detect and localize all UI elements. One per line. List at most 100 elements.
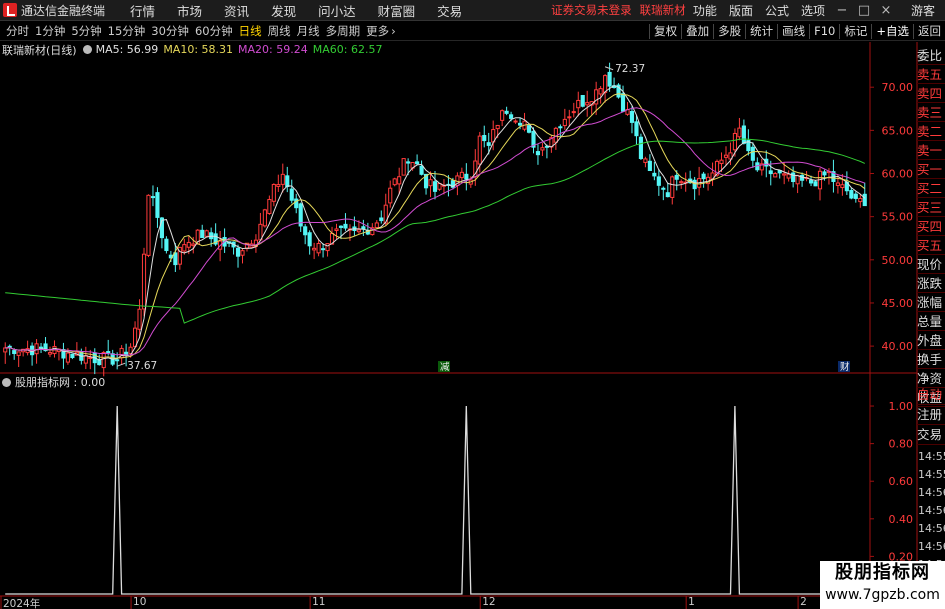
period-monthly[interactable]: 月线 [297, 23, 320, 39]
candle-body [486, 142, 491, 146]
period-30min[interactable]: 30分钟 [151, 23, 189, 39]
candle-body [137, 308, 142, 330]
candle-body [723, 154, 729, 158]
menu-function[interactable]: 功能 [693, 2, 717, 19]
sub-indicator-label[interactable]: 股朋指标网 : 0.00 [15, 374, 105, 390]
candle-body [634, 121, 639, 137]
main-indicator-header: 联瑞新材(日线) MA5: 56.99 MA10: 58.31 MA20: 59… [2, 42, 387, 57]
candle-body [701, 173, 706, 180]
tick-time: 14:55 [918, 468, 945, 481]
date-label: 1 [688, 596, 695, 608]
side-item-13: 涨幅 [917, 293, 945, 312]
menu-ask[interactable]: 问小达 [318, 1, 356, 20]
btn-draw[interactable]: 画线 [777, 24, 809, 39]
candle-body [795, 174, 800, 185]
candle-body [665, 192, 670, 198]
candle-body [155, 192, 160, 218]
period-5min[interactable]: 5分钟 [71, 23, 101, 39]
menu-quotes[interactable]: 行情 [130, 1, 155, 20]
btn-multi-stock[interactable]: 多股 [713, 24, 745, 39]
candle-body [3, 347, 8, 353]
side-panel-actions: 自动 注册 交易 [917, 385, 945, 445]
app-title: 通达信金融终端 [21, 3, 106, 18]
chevron-right-icon[interactable]: › [391, 24, 396, 38]
candle-body [773, 173, 778, 178]
period-toolbar: 分时 1分钟 5分钟 15分钟 30分钟 60分钟 日线 周线 月线 多周期 更… [0, 22, 945, 41]
period-daily[interactable]: 日线 [239, 23, 262, 39]
menu-options[interactable]: 选项 [801, 2, 825, 19]
candle-body [146, 194, 151, 256]
btn-mark[interactable]: 标记 [839, 24, 871, 39]
candle-body [670, 176, 675, 198]
candle-body [835, 182, 840, 186]
chart-canvas[interactable]: 40.0045.0050.0055.0060.0065.0070.000.200… [0, 0, 945, 609]
minimize-icon[interactable]: − [831, 3, 853, 18]
btn-adjust[interactable]: 复权 [649, 24, 681, 39]
watermark-url: www.7gpzb.com [825, 587, 940, 603]
side-item-11: 现价 [917, 255, 945, 274]
side-action-1[interactable]: 注册 [917, 405, 945, 425]
candle-body [607, 71, 612, 87]
btn-overlay[interactable]: 叠加 [681, 24, 713, 39]
sub-indicator-header: 股朋指标网 : 0.00 [2, 375, 105, 389]
candle-body [271, 183, 276, 202]
candle-body [419, 165, 424, 175]
menu-trade[interactable]: 交易 [437, 1, 462, 20]
candle-body [262, 209, 267, 227]
toolbar-right: 复权 叠加 多股 统计 画线 F10 标记 +自选 返回 [649, 22, 945, 41]
menu-discover[interactable]: 发现 [271, 1, 296, 20]
candle-body [692, 179, 697, 190]
menu-news[interactable]: 资讯 [224, 1, 249, 20]
candle-body [540, 147, 545, 151]
candle-body [509, 114, 514, 119]
candle-body [513, 120, 518, 123]
period-60min[interactable]: 60分钟 [195, 23, 233, 39]
period-multi[interactable]: 多周期 [326, 23, 361, 39]
candle-body [200, 229, 205, 239]
side-item-3: 卖三 [917, 103, 945, 122]
menu-market[interactable]: 市场 [177, 1, 202, 20]
tick-time: 14:56 [918, 540, 945, 553]
candles [3, 62, 867, 377]
period-more[interactable]: 更多 [366, 23, 389, 39]
price-tick-label: 45.00 [882, 297, 914, 310]
candle-body [459, 171, 464, 179]
close-icon[interactable]: × [875, 3, 897, 18]
settings-dot-icon[interactable] [2, 377, 11, 387]
user-guest[interactable]: 游客 [911, 2, 935, 19]
btn-add-watchlist[interactable]: +自选 [871, 24, 913, 39]
stock-label[interactable]: 联瑞新材(日线) [2, 42, 77, 58]
ma5-label: MA5: 56.99 [95, 43, 159, 56]
side-item-0: 委比 [917, 46, 945, 65]
candle-body [182, 244, 187, 252]
login-warning[interactable]: 证券交易未登录 [551, 2, 632, 18]
candle-body [173, 252, 178, 266]
candle-body [768, 170, 773, 175]
btn-back[interactable]: 返回 [913, 24, 945, 39]
side-action-0[interactable]: 自动 [917, 385, 945, 405]
menu-layout[interactable]: 版面 [729, 2, 753, 19]
app-logo-icon [3, 3, 17, 17]
stock-name-title: 联瑞新材 [639, 3, 686, 17]
side-item-14: 总量 [917, 312, 945, 331]
candle-body [638, 136, 643, 159]
btn-f10[interactable]: F10 [809, 24, 839, 39]
candle-body [38, 346, 44, 349]
maximize-icon[interactable]: □ [853, 3, 875, 18]
menu-wealth[interactable]: 财富圈 [378, 1, 416, 20]
tick-time: 14:56 [918, 522, 945, 535]
menu-formula[interactable]: 公式 [765, 2, 789, 19]
candle-body [164, 238, 169, 252]
side-item-1: 卖五 [917, 65, 945, 84]
menu-bar: 通达信金融终端 行情 市场 资讯 发现 问小达 财富圈 交易 证券交易未登录 联… [0, 0, 945, 21]
period-15min[interactable]: 15分钟 [108, 23, 146, 39]
settings-dot-icon[interactable] [82, 45, 92, 54]
period-1min[interactable]: 1分钟 [35, 23, 65, 39]
period-weekly[interactable]: 周线 [268, 23, 291, 39]
period-timeshare[interactable]: 分时 [6, 23, 29, 39]
side-action-2[interactable]: 交易 [917, 425, 945, 445]
candle-body [70, 353, 75, 359]
date-label: 10 [133, 596, 147, 608]
btn-stats[interactable]: 统计 [745, 24, 777, 39]
price-tick-label: 60.00 [882, 168, 914, 181]
